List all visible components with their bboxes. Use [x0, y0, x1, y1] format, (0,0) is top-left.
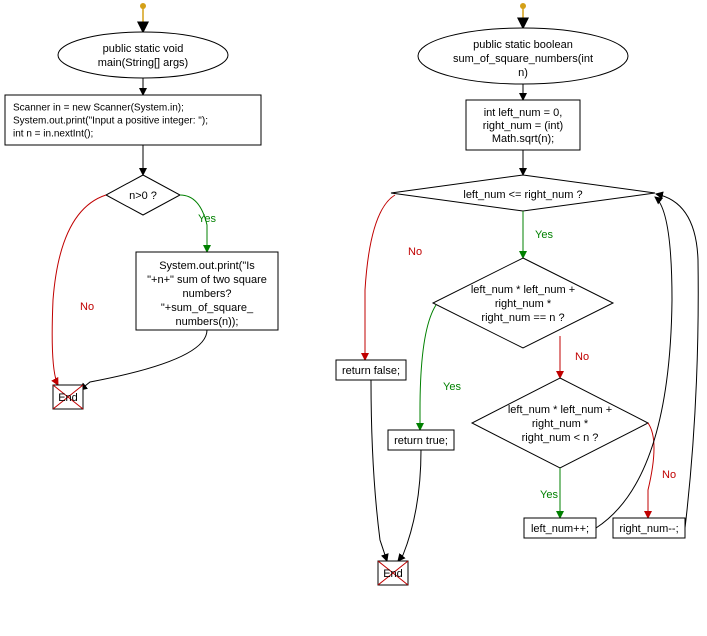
start-text: public static boolean — [473, 39, 573, 51]
c2-text: right_num < n ? — [522, 432, 599, 444]
ret-false-text: return false; — [342, 365, 400, 377]
yes-label: Yes — [443, 381, 461, 393]
yes-label: Yes — [198, 213, 216, 225]
no-label: No — [80, 301, 94, 313]
start-node-main — [58, 32, 228, 78]
no-label: No — [408, 246, 422, 258]
start-text: public static void — [103, 43, 184, 55]
init-text: right_num = (int) — [483, 120, 563, 132]
init-text: Math.sqrt(n); — [492, 133, 554, 145]
c1-text: right_num * — [495, 298, 552, 310]
end-text: End — [58, 392, 78, 404]
c2-text: left_num * left_num + — [508, 404, 612, 416]
yes-label: Yes — [540, 489, 558, 501]
end-node-func: End — [378, 561, 408, 585]
loop-text: left_num <= right_num ? — [463, 189, 582, 201]
start-text: main(String[] args) — [98, 57, 188, 69]
act-text: numbers? — [183, 288, 232, 300]
proc-text: int n = in.nextInt(); — [13, 129, 93, 140]
dec-text: right_num--; — [619, 523, 678, 535]
init-text: int left_num = 0, — [484, 107, 563, 119]
no-label: No — [575, 351, 589, 363]
start-text: sum_of_square_numbers(int — [453, 53, 593, 65]
start-text: n) — [518, 67, 528, 79]
act-text: "+sum_of_square_ — [161, 302, 254, 314]
proc-text: Scanner in = new Scanner(System.in); — [13, 103, 184, 114]
ret-true-text: return true; — [394, 435, 448, 447]
flowchart-canvas: public static void main(String[] args) S… — [0, 0, 707, 636]
c2-text: right_num * — [532, 418, 589, 430]
no-label: No — [662, 469, 676, 481]
proc-text: System.out.print("Input a positive integ… — [13, 116, 208, 127]
end-text: End — [383, 568, 403, 580]
act-text: numbers(n)); — [176, 316, 239, 328]
yes-label: Yes — [535, 229, 553, 241]
act-text: System.out.print("Is — [159, 260, 255, 272]
c1-text: right_num == n ? — [481, 312, 564, 324]
inc-text: left_num++; — [531, 523, 589, 535]
act-text: "+n+" sum of two square — [147, 274, 267, 286]
c1-text: left_num * left_num + — [471, 284, 575, 296]
dec-text: n>0 ? — [129, 190, 157, 202]
end-node-main: End — [53, 385, 83, 409]
